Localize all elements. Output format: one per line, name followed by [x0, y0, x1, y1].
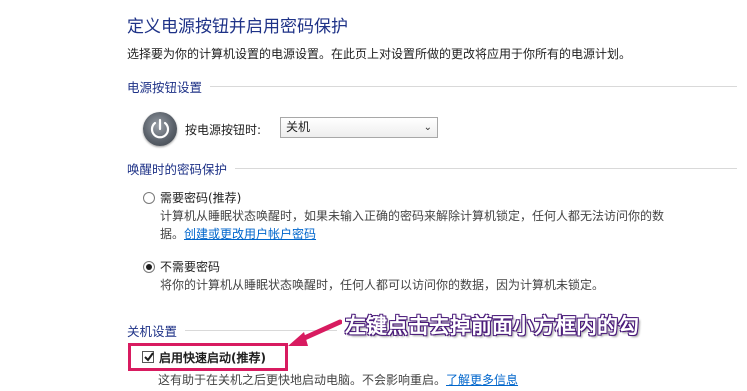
checkmark-icon: [144, 352, 154, 362]
power-button-action-select[interactable]: 关机 ⌄: [280, 117, 438, 138]
create-change-password-link[interactable]: 创建或更改用户帐户密码: [184, 227, 316, 241]
fast-startup-checkbox[interactable]: [142, 351, 154, 363]
page-description: 选择要为你的计算机设置的电源设置。在此页上对设置所做的更改将应用于你所有的电源计…: [127, 47, 632, 61]
power-button-section-heading: 电源按钮设置: [127, 79, 203, 95]
section-divider: [210, 85, 737, 87]
shutdown-section-heading: 关机设置: [127, 323, 178, 339]
require-password-desc-line2: 据。创建或更改用户帐户密码: [160, 225, 316, 243]
section-divider: [235, 167, 737, 169]
learn-more-link[interactable]: 了解更多信息: [446, 373, 518, 387]
chevron-down-icon: ⌄: [423, 122, 432, 133]
require-password-desc-prefix: 据。: [160, 227, 185, 241]
password-section-heading: 唤醒时的密码保护: [127, 161, 228, 177]
no-password-label[interactable]: 不需要密码: [160, 258, 220, 275]
require-password-desc-line1: 计算机从睡眠状态唤醒时，如果未输入正确的密码来解除计算机锁定，任何人都无法访问你…: [160, 209, 665, 223]
page-title: 定义电源按钮并启用密码保护: [127, 17, 348, 37]
power-icon: [143, 112, 177, 146]
fast-startup-label[interactable]: 启用快速启动(推荐): [159, 349, 266, 366]
power-button-field-label: 按电源按钮时:: [185, 123, 262, 137]
power-button-section-header: 电源按钮设置: [127, 78, 737, 95]
annotation-text: 左键点击去掉前面小方框内的勾: [345, 313, 639, 338]
no-password-desc: 将你的计算机从睡眠状态唤醒时，任何人都可以访问你的数据，因为计算机未锁定。: [160, 278, 605, 292]
power-button-action-value: 关机: [286, 120, 311, 134]
password-section-header: 唤醒时的密码保护: [127, 160, 737, 177]
fast-startup-desc-text: 这有助于在关机之后更快地启动电脑。不会影响重启。: [158, 373, 447, 387]
fast-startup-desc: 这有助于在关机之后更快地启动电脑。不会影响重启。了解更多信息: [158, 371, 518, 388]
require-password-radio[interactable]: [143, 192, 155, 204]
require-password-label[interactable]: 需要密码(推荐): [160, 189, 241, 206]
annotation-arrow-icon: [288, 319, 342, 346]
no-password-radio[interactable]: [143, 261, 155, 273]
